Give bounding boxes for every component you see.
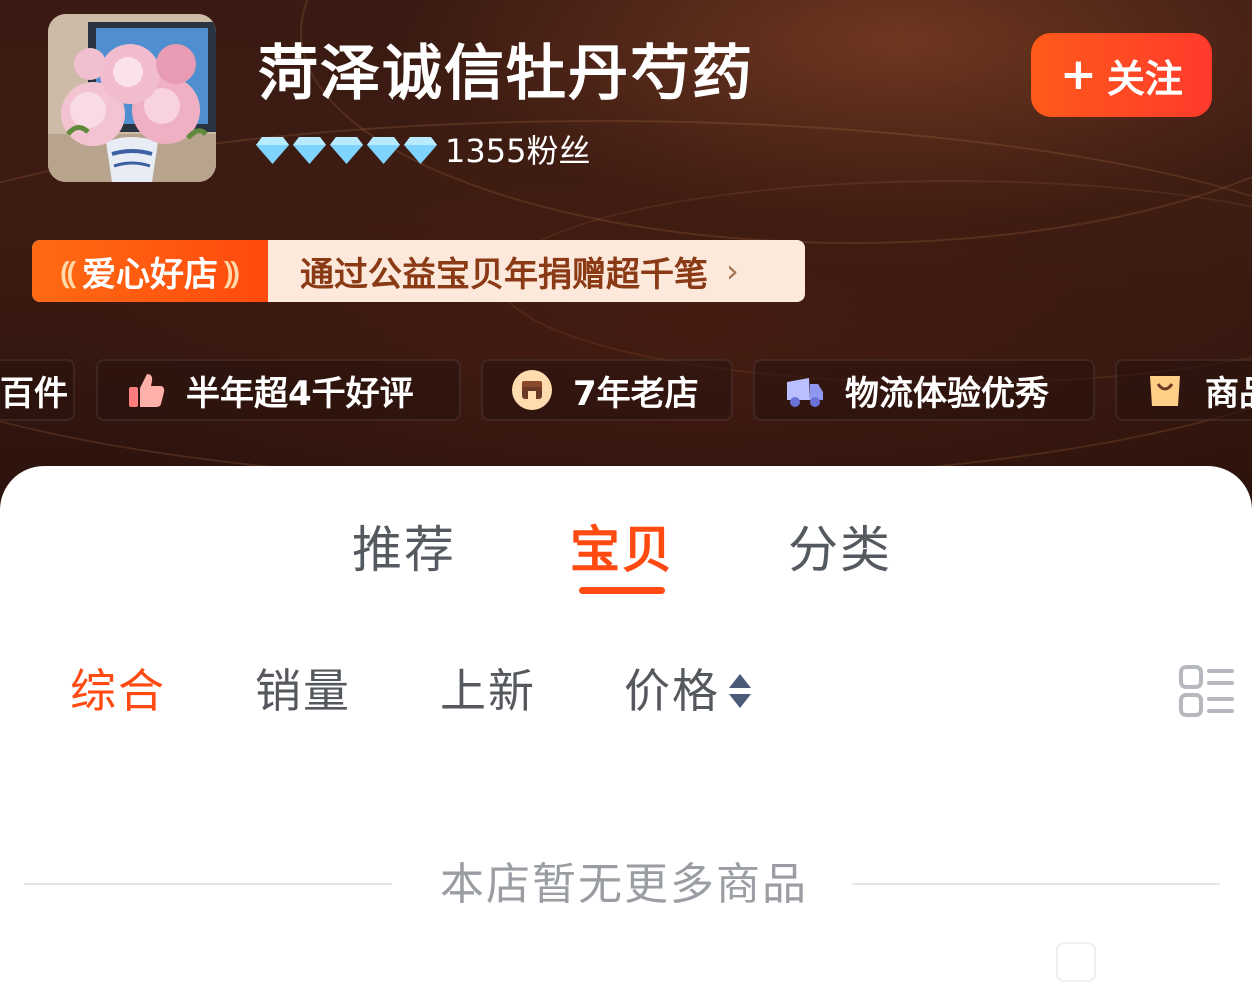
chevron-right-icon: › (726, 252, 739, 290)
plus-icon: + (1060, 49, 1097, 100)
sort-comprehensive[interactable]: 综合 (70, 660, 166, 722)
follow-label: 关注 (1106, 56, 1183, 101)
truck-icon (783, 370, 825, 410)
badge-label: 7年老店 (573, 373, 699, 414)
empty-message: 本店暂无更多商品 (440, 859, 808, 910)
diamond-icon (256, 137, 289, 164)
tab-items[interactable]: 宝贝 (570, 515, 674, 585)
shop-rating-diamonds (255, 135, 438, 165)
badge-item[interactable]: 半年超4千好评 (96, 359, 461, 421)
badge-item[interactable]: 商品 (1115, 359, 1252, 421)
badge-item[interactable]: 7年老店 (481, 359, 733, 421)
shop-name: 菏泽诚信牡丹芍药 (258, 39, 754, 109)
badge-label: 百件 (0, 373, 68, 414)
badge-item[interactable]: 百件 (0, 359, 75, 421)
fans-count: 1355粉丝 (445, 132, 591, 170)
charity-text: 通过公益宝贝年捐赠超千笔 (300, 254, 708, 295)
grid-list-toggle-icon[interactable] (1178, 664, 1234, 722)
thumbs-up-icon (126, 370, 166, 410)
watermark-icon (1056, 942, 1096, 982)
laurel-right-icon: ⸩ (224, 255, 240, 291)
tab-recommend[interactable]: 推荐 (352, 515, 456, 585)
badge-label: 商品 (1205, 373, 1252, 414)
diamond-icon (404, 137, 437, 164)
badge-label: 物流体验优秀 (845, 373, 1049, 414)
sort-new[interactable]: 上新 (440, 660, 536, 722)
diamond-icon (367, 137, 400, 164)
shop-badges: 百件 半年超4千好评 7年老店 物流体验优秀 商品 (0, 359, 1252, 423)
store-icon (511, 369, 553, 411)
diamond-icon (293, 137, 326, 164)
shop-avatar[interactable] (48, 14, 216, 182)
charity-tag: ⸨ 爱心好店 ⸩ (32, 240, 268, 302)
sort-sales[interactable]: 销量 (255, 660, 351, 722)
shopping-bag-icon (1145, 370, 1185, 410)
charity-banner[interactable]: ⸨ 爱心好店 ⸩ 通过公益宝贝年捐赠超千笔 › (32, 240, 805, 302)
tab-categories[interactable]: 分类 (788, 515, 892, 585)
follow-button[interactable]: + 关注 (1031, 33, 1212, 117)
active-tab-indicator (579, 587, 665, 594)
sort-arrows-icon[interactable] (727, 672, 753, 714)
divider-right (852, 883, 1220, 885)
shop-header: 菏泽诚信牡丹芍药 1355粉丝 + 关注 ⸨ 爱心好店 ⸩ 通过公益宝贝年捐赠超… (0, 0, 1252, 520)
charity-tag-label: 爱心好店 (82, 254, 218, 295)
laurel-left-icon: ⸨ (60, 255, 76, 291)
divider-left (24, 883, 392, 885)
badge-item[interactable]: 物流体验优秀 (753, 359, 1095, 421)
diamond-icon (330, 137, 363, 164)
sort-price[interactable]: 价格 (624, 660, 720, 722)
peony-bouquet-icon (48, 14, 216, 182)
badge-label: 半年超4千好评 (186, 373, 414, 414)
